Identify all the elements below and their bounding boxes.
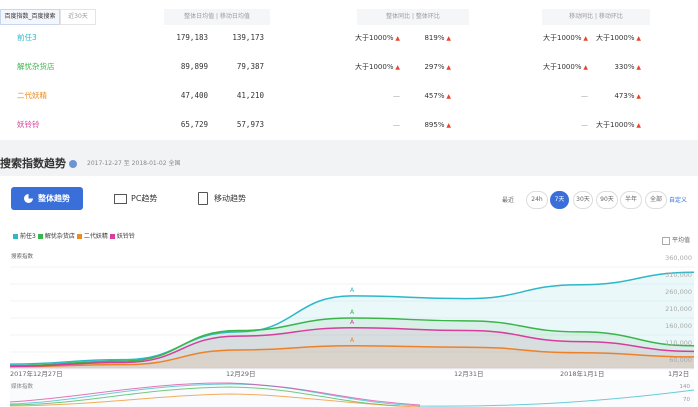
x-tick-label: 2017年12月27日 — [10, 369, 63, 378]
y-tick-label: 60,000 — [669, 356, 692, 364]
avg-header: 整体日均值 | 移动日均值 — [164, 9, 270, 25]
mobile-avg-value: 41,210 — [236, 91, 264, 100]
x-tick-label: 2018年1月1日 — [560, 369, 604, 378]
change-value: 大于1000% ▲ — [543, 34, 588, 42]
change-value: 大于1000% ▲ — [596, 34, 641, 42]
x-tick-label: 1月2日 — [668, 370, 689, 378]
keyword-label[interactable]: 妖铃铃 — [17, 111, 40, 139]
overall-change-header: 整体同比 | 整体环比 — [357, 9, 469, 25]
change-value: 大于1000% ▲ — [355, 63, 400, 71]
up-arrow-icon: ▲ — [634, 122, 641, 129]
mini-chart-label: 媒体指数 — [11, 382, 34, 390]
overall-avg-value: 179,183 — [176, 33, 208, 42]
overall-avg-value: 65,729 — [180, 120, 208, 129]
table-row: 前任3 179,183 139,173 大于1000% ▲ 819% ▲ 大于1000% … — [0, 24, 698, 52]
up-arrow-icon: ▲ — [634, 64, 641, 71]
x-tick-label: 12月31日 — [454, 370, 484, 378]
up-arrow-icon: ▲ — [393, 64, 400, 71]
mobile-avg-value: 139,173 — [232, 33, 264, 42]
change-value: 330% ▲ — [614, 63, 641, 71]
table-row: 二代妖精 47,400 41,210 — 457% ▲ — 473% ▲ — [0, 82, 698, 110]
change-value: 大于1000% ▲ — [596, 121, 641, 129]
empty-value: — — [581, 92, 588, 100]
up-arrow-icon: ▲ — [634, 35, 641, 42]
change-value: 473% ▲ — [614, 92, 641, 100]
change-value: 297% ▲ — [424, 63, 451, 71]
overall-avg-value: 47,400 — [180, 91, 208, 100]
keyword-label[interactable]: 前任3 — [17, 24, 37, 52]
mini-tick-label: 70 — [683, 397, 690, 403]
y-tick-label: 310,000 — [665, 271, 692, 279]
change-value: 895% ▲ — [424, 121, 451, 129]
keyword-summary-panel: 百度指数_百度搜索 近30天 整体日均值 | 移动日均值 整体同比 | 整体环比… — [0, 0, 698, 140]
change-value: 大于1000% ▲ — [543, 63, 588, 71]
up-arrow-icon: ▲ — [444, 93, 451, 100]
mobile-avg-value: 79,387 — [236, 62, 264, 71]
up-arrow-icon: ▲ — [581, 64, 588, 71]
y-tick-label: 360,000 — [665, 254, 692, 262]
period-filter-tab[interactable]: 近30天 — [60, 9, 96, 25]
change-value: 457% ▲ — [424, 92, 451, 100]
up-arrow-icon: ▲ — [393, 35, 400, 42]
y-tick-label: 260,000 — [665, 288, 692, 296]
y-tick-label: 210,000 — [665, 305, 692, 313]
keyword-label[interactable]: 二代妖精 — [17, 82, 47, 110]
mobile-avg-value: 57,973 — [236, 120, 264, 129]
up-arrow-icon: ▲ — [634, 93, 641, 100]
x-tick-label: 12月29日 — [226, 370, 256, 378]
keyword-label[interactable]: 解忧杂货店 — [17, 53, 55, 81]
mobile-change-header: 移动同比 | 移动环比 — [542, 9, 650, 25]
annotation-marker: A — [350, 287, 355, 294]
up-arrow-icon: ▲ — [444, 122, 451, 129]
table-row: 妖铃铃 65,729 57,973 — 895% ▲ — 大于1000% ▲ — [0, 111, 698, 139]
overall-avg-value: 89,899 — [180, 62, 208, 71]
empty-value: — — [393, 92, 400, 100]
trend-chart[interactable]: AAAA360,000310,000260,000210,000160,0001… — [0, 140, 698, 407]
y-tick-label: 110,000 — [665, 339, 692, 347]
change-value: 819% ▲ — [424, 34, 451, 42]
empty-value: — — [581, 121, 588, 129]
up-arrow-icon: ▲ — [581, 35, 588, 42]
up-arrow-icon: ▲ — [444, 64, 451, 71]
trend-section: 搜索指数趋势 2017-12-27 至 2018-01-02 全国 整体趋势 P… — [0, 140, 698, 407]
up-arrow-icon: ▲ — [444, 35, 451, 42]
source-filter-tab[interactable]: 百度指数_百度搜索 — [0, 9, 60, 25]
table-row: 解忧杂货店 89,899 79,387 大于1000% ▲ 297% ▲ 大于1000% … — [0, 53, 698, 81]
empty-value: — — [393, 121, 400, 129]
y-tick-label: 160,000 — [665, 322, 692, 330]
mini-tick-label: 140 — [680, 384, 691, 390]
change-value: 大于1000% ▲ — [355, 34, 400, 42]
